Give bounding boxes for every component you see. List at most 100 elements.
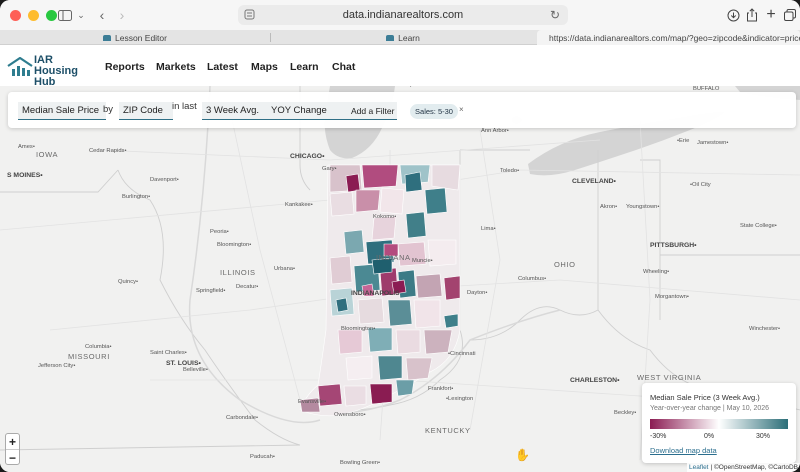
map-label-davenport: Davenport• (150, 177, 179, 183)
map-label-columbia: Columbia• (85, 344, 112, 350)
map-label-morgantown: Morgantown• (655, 294, 689, 300)
map-label-bloomington-il: Bloomington• (217, 242, 252, 248)
map-label-ann-arbor: Ann Arbor• (481, 128, 509, 134)
map-label-akron: Akron• (600, 204, 618, 210)
map-label-chicago: CHICAGO• (290, 153, 325, 160)
map-label-muncie: Muncie• (412, 258, 433, 264)
nav-learn[interactable]: Learn (290, 61, 319, 73)
map-attribution: Leaflet | ©OpenStreetMap, ©CartoDB (686, 463, 800, 472)
nav-maps[interactable]: Maps (251, 61, 278, 73)
downloads-icon[interactable] (724, 6, 742, 24)
map-label-carbondale: Carbondale• (226, 415, 259, 421)
nav-latest[interactable]: Latest (207, 61, 238, 73)
tab-bar: Lesson Editor Learn https://data.indiana… (0, 30, 800, 45)
legend-color-scale (650, 419, 788, 429)
map-label-state-college: State College• (740, 223, 777, 229)
tab-lesson-editor[interactable]: Lesson Editor (0, 30, 270, 45)
tab-overview-icon[interactable] (781, 6, 799, 24)
house-logo-icon (7, 57, 33, 76)
add-filter-button[interactable]: Add a Filter (347, 102, 397, 120)
legend-mid-label: 0% (704, 433, 715, 440)
map-label-bloomington-in: Bloomington• (341, 326, 376, 332)
map-label-dayton: Dayton• (467, 290, 488, 296)
map-label-pittsburgh: PITTSBURGH• (650, 242, 697, 249)
map-label-ames: Ames• (18, 144, 35, 150)
nav-reports[interactable]: Reports (105, 61, 145, 73)
site-favicon-icon (386, 34, 395, 41)
map-label-paducah: Paducah• (250, 454, 275, 460)
map-label-jefferson-city: Jefferson City• (38, 363, 76, 369)
zoom-out-button[interactable]: − (6, 450, 19, 465)
reload-icon[interactable]: ↻ (550, 8, 560, 22)
map-label-urbana: Urbana• (274, 266, 296, 272)
map-label-beckley: Beckley• (614, 410, 637, 416)
map-label-des-moines: S MOINES• (7, 172, 43, 179)
map-label-quincy: Quincy• (118, 279, 139, 285)
map-label-cincinnati: •Cincinnati (448, 351, 476, 357)
sales-filter-chip[interactable]: Sales: 5-30 (410, 104, 458, 119)
map-label-city-pa: •Oil City (690, 182, 711, 188)
zoom-in-button[interactable]: + (6, 434, 19, 449)
change-select[interactable]: YOY Change (267, 102, 349, 120)
share-icon[interactable] (743, 6, 761, 24)
legend-title: Median Sale Price (3 Week Avg.) (650, 393, 760, 402)
new-tab-icon[interactable]: + (762, 6, 780, 24)
legend-min-label: -30% (650, 433, 667, 440)
remove-filter-icon[interactable]: × (459, 105, 464, 114)
map-label-iowa: IOWA (36, 150, 59, 159)
address-bar[interactable]: data.indianarealtors.com ↻ (238, 5, 568, 25)
nav-chat[interactable]: Chat (332, 61, 355, 73)
period-select[interactable]: 3 Week Avg. (202, 102, 268, 120)
download-map-data-link[interactable]: Download map data (650, 446, 717, 455)
map-label-charleston: CHARLESTON• (570, 377, 620, 384)
legend-max-label: 30% (756, 433, 771, 440)
minimize-window-button[interactable] (28, 9, 39, 21)
map-label-kentucky: KENTUCKY (425, 426, 471, 435)
map-label-illinois: ILLINOIS (220, 268, 256, 277)
legend-subtitle: Year-over-year change | May 10, 2026 (650, 405, 770, 412)
iar-logo[interactable]: IAR Housing Hub (7, 55, 97, 88)
map-label-wheeling: Wheeling• (643, 269, 670, 275)
logo-line2: Housing Hub (34, 65, 78, 88)
indicator-select[interactable]: Median Sale Price (18, 102, 106, 120)
map-label-owensboro: Owensboro• (334, 412, 366, 418)
map-label-ohio: OHIO (554, 260, 576, 269)
filter-by-label: by (103, 104, 114, 115)
chevron-down-icon[interactable]: ⌄ (72, 6, 90, 24)
back-icon[interactable]: ‹ (93, 6, 111, 24)
map-label-erie: •Erie (677, 138, 690, 144)
map-label-toledo: Toledo• (500, 168, 520, 174)
close-window-button[interactable] (10, 9, 21, 21)
map-label-burlington: Burlington• (122, 194, 151, 200)
map-label-kankakee: Kankakee• (285, 202, 313, 208)
browser-toolbar: ⌄ ‹ › data.indianarealtors.com ↻ + (0, 0, 800, 30)
site-settings-icon[interactable] (244, 9, 255, 20)
map-label-kokomo: Kokomo• (373, 214, 397, 220)
nav-markets[interactable]: Markets (156, 61, 196, 73)
filter-bar: Median Sale Price by ZIP Code in last 3 … (8, 92, 796, 128)
attribution-text: | ©OpenStreetMap, ©CartoDB (710, 464, 799, 471)
map-label-cleveland: CLEVELAND• (572, 178, 616, 185)
site-favicon-icon (103, 34, 111, 41)
map-label-winchester: Winchester• (749, 326, 781, 332)
map-label-west-virginia: WEST VIRGINIA (637, 373, 702, 382)
map-label-lima: Lima• (481, 226, 496, 232)
map-label-jamestown: Jamestown• (697, 140, 729, 146)
map-label-indiana: INDIANA (376, 253, 411, 262)
map-label-springfield: Springfield• (196, 288, 226, 294)
browser-window: ⌄ ‹ › data.indianarealtors.com ↻ + Lesso… (0, 0, 800, 472)
forward-icon[interactable]: › (113, 6, 131, 24)
leaflet-link[interactable]: Leaflet (689, 464, 709, 471)
site-header: IAR Housing Hub Reports Markets Latest M… (0, 46, 800, 88)
zoom-control: + − (5, 433, 20, 465)
map-label-columbus: Columbus• (518, 276, 547, 282)
hand-cursor-icon: ✋ (515, 448, 530, 462)
window-controls (10, 9, 57, 21)
geography-select[interactable]: ZIP Code (119, 102, 173, 120)
address-url: data.indianarealtors.com (342, 9, 464, 21)
map-legend: Median Sale Price (3 Week Avg.) Year-ove… (642, 383, 796, 463)
tab-map-active[interactable]: https://data.indianarealtors.com/map/?ge… (537, 30, 800, 45)
map-label-youngstown: Youngstown• (626, 204, 660, 210)
map-label-bowling-green: Bowling Green• (340, 460, 381, 466)
tab-learn[interactable]: Learn (271, 30, 535, 45)
